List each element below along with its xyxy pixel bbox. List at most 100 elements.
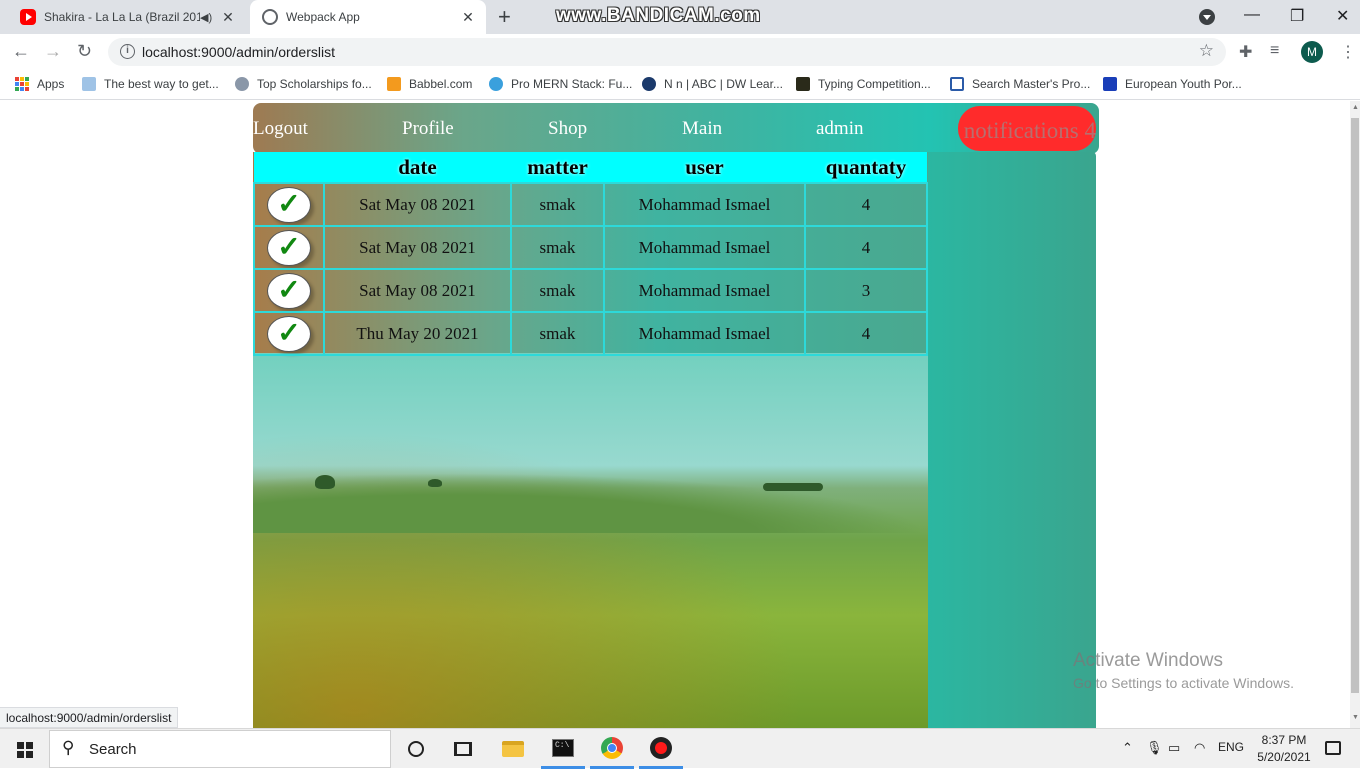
- table-cell-user: Mohammad Ismael: [603, 311, 806, 356]
- chrome-button[interactable]: [590, 729, 634, 769]
- nav-shop[interactable]: Shop: [548, 112, 598, 146]
- bookmark-item[interactable]: Pro MERN Stack: Fu...: [489, 77, 632, 91]
- activate-windows-watermark: Activate Windows Go to Settings to activ…: [1073, 650, 1294, 691]
- bookmark-item[interactable]: Top Scholarships fo...: [235, 77, 372, 91]
- action-center-icon[interactable]: [1325, 741, 1341, 755]
- table-cell-user: Mohammad Ismael: [603, 182, 806, 227]
- confirm-order-button[interactable]: ✓: [267, 229, 311, 266]
- tab-webpack-app[interactable]: Webpack App ✕: [250, 0, 486, 34]
- table-row: ✓ Thu May 20 2021 smak Mohammad Ismael 4: [253, 311, 928, 356]
- bookmark-item[interactable]: Typing Competition...: [796, 77, 931, 91]
- table-cell-quantity: 4: [804, 182, 928, 227]
- bookmark-item[interactable]: Search Master's Pro...: [950, 77, 1090, 91]
- bookmark-label: Typing Competition...: [818, 77, 931, 91]
- url-text[interactable]: localhost:9000/admin/orderslist: [142, 44, 335, 60]
- scroll-up-arrow-icon[interactable]: ▲: [1352, 104, 1359, 111]
- apps-grid-icon: [15, 77, 29, 91]
- chrome-icon: [601, 736, 623, 759]
- search-placeholder: Search: [89, 741, 137, 758]
- new-tab-button[interactable]: +: [498, 6, 511, 28]
- bookmark-item[interactable]: Babbel.com: [387, 77, 472, 91]
- site-info-icon[interactable]: i: [120, 44, 135, 59]
- show-hidden-icons-icon[interactable]: ⌃: [1122, 740, 1133, 756]
- scholarship-icon: [235, 77, 249, 91]
- confirm-order-button[interactable]: ✓: [267, 186, 311, 223]
- tab-youtube[interactable]: Shakira - La La La (Brazil 2014) ◀) ✕: [8, 0, 246, 34]
- record-icon: [650, 736, 672, 759]
- scrollbar-thumb[interactable]: [1351, 118, 1359, 693]
- close-tab-icon[interactable]: ✕: [220, 9, 236, 26]
- notifications-button[interactable]: notifications 4: [958, 106, 1096, 151]
- tab-search-icon[interactable]: [1199, 9, 1215, 25]
- browser-toolbar: ← → ↻ i localhost:9000/admin/orderslist …: [0, 34, 1360, 70]
- profile-avatar[interactable]: M: [1301, 41, 1323, 63]
- bookmark-item[interactable]: The best way to get...: [82, 77, 219, 91]
- nav-admin[interactable]: admin: [816, 112, 873, 146]
- language-indicator[interactable]: ENG: [1218, 740, 1244, 754]
- address-bar[interactable]: i localhost:9000/admin/orderslist ☆: [108, 38, 1226, 66]
- forward-icon[interactable]: →: [44, 41, 62, 62]
- nav-logout[interactable]: Logout: [253, 112, 318, 146]
- folder-icon: [502, 741, 524, 757]
- bookmark-star-icon[interactable]: ☆: [1199, 41, 1214, 61]
- extensions-icon[interactable]: ✚: [1239, 42, 1252, 62]
- reload-icon[interactable]: ↻: [77, 41, 92, 62]
- bandicam-button[interactable]: [639, 729, 683, 769]
- confirm-order-button[interactable]: ✓: [267, 315, 311, 352]
- column-header-date: date: [324, 152, 511, 183]
- dw-icon: [642, 77, 656, 91]
- task-view-icon: [454, 742, 472, 756]
- tree-line-shape: [763, 483, 823, 491]
- background-landscape-image: [253, 353, 928, 728]
- bookmark-label: Search Master's Pro...: [972, 77, 1091, 91]
- terminal-icon: C:\: [552, 738, 574, 757]
- taskbar-search-box[interactable]: ⚲ Search: [49, 730, 391, 768]
- check-icon: ✓: [277, 274, 301, 306]
- close-tab-icon[interactable]: ✕: [460, 9, 476, 26]
- app-navbar: Logout Profile Shop Main admin notificat…: [253, 103, 1099, 154]
- wifi-icon[interactable]: ◠: [1194, 740, 1205, 756]
- table-cell-quantity: 4: [804, 311, 928, 356]
- confirm-order-button[interactable]: ✓: [267, 272, 311, 309]
- restore-icon[interactable]: ❐: [1290, 6, 1304, 26]
- system-clock[interactable]: 8:37 PM 5/20/2021: [1254, 732, 1314, 766]
- globe-icon: [262, 9, 278, 25]
- bookmark-apps[interactable]: Apps: [15, 77, 64, 91]
- table-cell-quantity: 3: [804, 268, 928, 313]
- bookmark-label: Babbel.com: [409, 77, 473, 91]
- bookmarks-bar: Apps The best way to get... Top Scholars…: [0, 70, 1360, 100]
- youtube-icon: [20, 9, 36, 25]
- activate-windows-subtitle: Go to Settings to activate Windows.: [1073, 675, 1294, 691]
- nav-profile[interactable]: Profile: [402, 112, 464, 146]
- windows-taskbar: ⚲ Search C:\ ⌃ 🎙 ▭ ◠ ENG 8:37 PM 5/20/20…: [0, 728, 1360, 769]
- battery-icon[interactable]: ▭: [1168, 740, 1180, 756]
- task-view-button[interactable]: [441, 729, 485, 769]
- back-icon[interactable]: ←: [12, 41, 30, 62]
- file-explorer-button[interactable]: [491, 729, 535, 769]
- microphone-icon[interactable]: 🎙: [1146, 740, 1163, 756]
- menu-icon[interactable]: ⋮: [1340, 42, 1356, 62]
- cortana-button[interactable]: [394, 729, 438, 769]
- bookmark-item[interactable]: European Youth Por...: [1103, 77, 1242, 91]
- bookmark-item[interactable]: N n | ABC | DW Lear...: [642, 77, 783, 91]
- minimize-icon[interactable]: —: [1244, 6, 1260, 24]
- scroll-down-arrow-icon[interactable]: ▼: [1352, 714, 1359, 721]
- tab-title: Shakira - La La La (Brazil 2014): [44, 10, 200, 24]
- babbel-icon: [387, 77, 401, 91]
- bookmark-label: Pro MERN Stack: Fu...: [511, 77, 633, 91]
- speaker-icon[interactable]: ◀): [200, 11, 214, 24]
- media-controls-icon[interactable]: ≡: [1270, 42, 1279, 60]
- bookmark-label: N n | ABC | DW Lear...: [664, 77, 783, 91]
- nav-main[interactable]: Main: [682, 112, 733, 146]
- check-icon: ✓: [277, 231, 301, 263]
- search-icon: ⚲: [62, 738, 75, 757]
- hills-shape: [253, 473, 928, 533]
- terminal-button[interactable]: C:\: [541, 729, 585, 769]
- table-cell-matter: smak: [510, 182, 605, 227]
- start-button[interactable]: [17, 742, 33, 758]
- activate-windows-title: Activate Windows: [1073, 650, 1223, 671]
- clock-time: 8:37 PM: [1261, 733, 1307, 747]
- table-cell-action: ✓: [253, 225, 325, 270]
- table-cell-date: Sat May 08 2021: [323, 182, 512, 227]
- close-window-icon[interactable]: ✕: [1336, 6, 1349, 26]
